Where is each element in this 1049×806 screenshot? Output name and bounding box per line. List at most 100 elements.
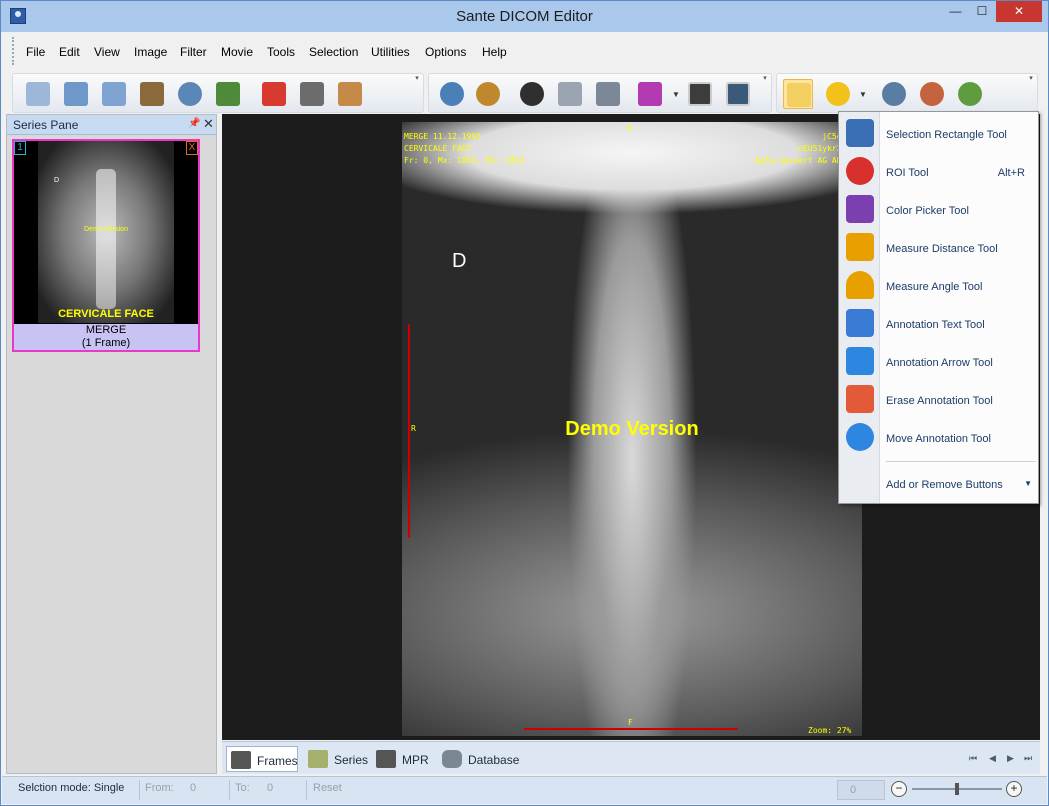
pin-icon[interactable]: 📌 [188,118,200,129]
zoom-in-button[interactable]: + [1006,781,1022,797]
mpr-icon [376,750,396,768]
tab-series[interactable]: Series [304,746,370,772]
menu-item-color-picker[interactable]: Color Picker Tool [839,191,1038,227]
toolbar-overflow-3[interactable]: ▾ [1026,74,1036,114]
color-lut-button[interactable] [635,79,665,109]
sun-icon [826,82,850,106]
brightness-dropdown-icon[interactable]: ▼ [859,90,867,99]
status-divider [139,780,140,800]
menu-file[interactable]: File [26,45,45,59]
xray-image[interactable]: MERGE 11.12.1995 CERVICALE FACE Fr: 0, M… [402,122,862,736]
thumbnail-index: 1 [14,141,26,155]
network-button[interactable] [213,79,243,109]
menu-utilities[interactable]: Utilities [371,45,410,59]
close-pane-icon[interactable]: ✕ [203,116,214,132]
magnifier-color-icon [920,82,944,106]
pan-button[interactable] [783,79,813,109]
color-picker-icon [846,195,874,223]
menu-grip[interactable] [12,37,16,65]
thumbnail-frame-count: (1 Frame) [81,337,131,349]
menu-filter[interactable]: Filter [180,45,207,59]
cd-icon [178,82,202,106]
color-lut-dropdown-icon[interactable]: ▼ [672,90,680,99]
menu-item-erase-annotation[interactable]: Erase Annotation Tool [839,381,1038,417]
tab-label: Series [334,753,369,767]
open-files-button[interactable] [23,79,53,109]
chest-xray-button[interactable] [555,79,585,109]
series-thumbnail[interactable]: 1 X D Demo Version CERVICALE FACE MERGE … [12,139,200,352]
menu-image[interactable]: Image [134,45,167,59]
menu-options[interactable]: Options [425,45,466,59]
selection-mode-status: Selction mode: Single [18,782,125,794]
thumbnail-remove-icon[interactable]: X [186,141,198,155]
to-value[interactable]: 0 [267,782,273,794]
sync-icon [440,82,464,106]
menu-edit[interactable]: Edit [59,45,80,59]
vertical-ruler [402,324,410,538]
delete-button[interactable] [259,79,289,109]
open-dicomdir-button[interactable] [99,79,129,109]
menu-item-selection-rectangle[interactable]: Selection Rectangle Tool [839,115,1038,151]
reset-button[interactable]: Reset [313,782,342,794]
brightness-button[interactable] [823,79,853,109]
first-frame-button[interactable]: ⏮ [969,753,977,764]
open-zip-button[interactable] [137,79,167,109]
folder-open-icon [26,82,50,106]
next-frame-button[interactable]: ▶ [1007,753,1014,764]
thumbnail-watermark: Demo Version [84,226,128,233]
thumbnail-series-name: MERGE [85,324,127,336]
zoom-button[interactable] [879,79,909,109]
menu-item-measure-distance[interactable]: Measure Distance Tool [839,229,1038,265]
menu-item-roi[interactable]: ROI Tool Alt+R [839,153,1038,189]
tab-database[interactable]: Database [438,746,524,772]
print-button[interactable] [297,79,327,109]
menu-view[interactable]: View [94,45,120,59]
open-folder-button[interactable] [61,79,91,109]
paste-button[interactable] [335,79,365,109]
toolbar-overflow-1[interactable]: ▾ [412,74,422,114]
thumbnail-marker: D [54,177,60,184]
last-frame-button[interactable]: ⏭ [1024,753,1032,764]
folder-stack-icon [102,82,126,106]
minimize-button[interactable]: — [942,1,969,22]
menu-help[interactable]: Help [482,45,507,59]
menu-selection[interactable]: Selection [309,45,358,59]
menu-item-measure-angle[interactable]: Measure Angle Tool [839,267,1038,303]
brain-button[interactable] [593,79,623,109]
menu-item-label: Add or Remove Buttons [886,479,1003,491]
sync-button[interactable] [437,79,467,109]
close-button[interactable]: ✕ [996,1,1042,22]
from-value[interactable]: 0 [190,782,196,794]
hand-icon [787,83,811,107]
overlay-patient: MERGE 11.12.1995 [404,132,482,141]
orientation-bottom: F [628,718,633,727]
menu-movie[interactable]: Movie [221,45,253,59]
menu-item-annotation-arrow[interactable]: Annotation Arrow Tool [839,343,1038,379]
thumbnail-caption: CERVICALE FACE [58,308,154,320]
menu-tools[interactable]: Tools [267,45,295,59]
settings-button[interactable] [473,79,503,109]
color-palette-icon [638,82,662,106]
menu-item-move-annotation[interactable]: Move Annotation Tool [839,419,1038,455]
clipboard-icon [338,82,362,106]
maximize-button[interactable]: ☐ [969,1,995,22]
view-button[interactable] [517,79,547,109]
zoom-slider-thumb[interactable] [955,783,959,795]
window-button[interactable] [685,79,715,109]
menu-item-label: Erase Annotation Tool [886,395,993,407]
zoom-fit-button[interactable] [955,79,985,109]
app-window: Sante DICOM Editor — ☐ ✕ File Edit View … [0,0,1049,806]
menu-item-add-remove-buttons[interactable]: Add or Remove Buttons ▼ [839,465,1038,501]
tab-frames[interactable]: Frames [226,746,298,772]
previous-frame-button[interactable]: ◀ [989,753,996,764]
selection-rectangle-icon [846,119,874,147]
menu-item-annotation-text[interactable]: Annotation Text Tool [839,305,1038,341]
crop-button[interactable] [723,79,753,109]
zoom-out-button[interactable]: − [891,781,907,797]
magnify-region-button[interactable] [917,79,947,109]
open-cd-button[interactable] [175,79,205,109]
annotation-text-icon [846,309,874,337]
toolbar-overflow-2[interactable]: ▾ [760,74,770,114]
tab-mpr[interactable]: MPR [372,746,430,772]
zoom-value-field[interactable]: 0 [837,780,885,800]
